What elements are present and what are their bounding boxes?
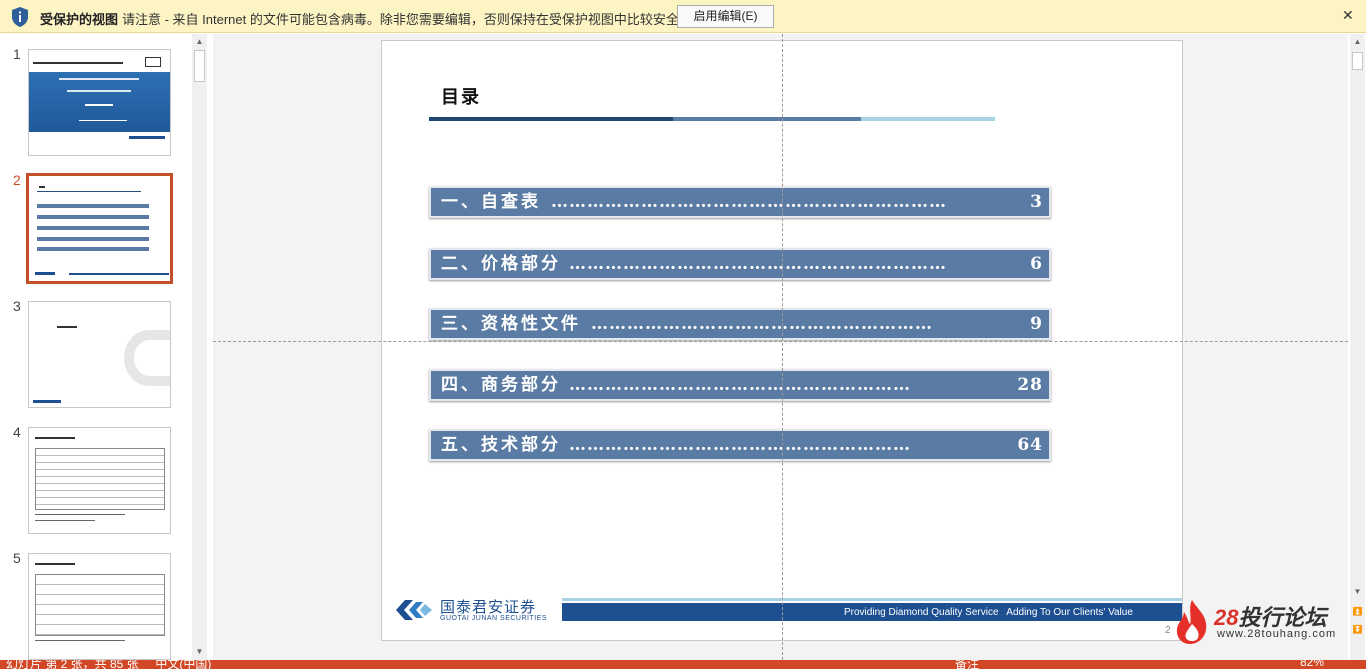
toc-leader: ………………………………………………… xyxy=(569,375,911,395)
protected-view-bar: 受保护的视图 请注意 - 来自 Internet 的文件可能包含病毒。除非您需要… xyxy=(0,0,1366,33)
close-icon[interactable]: ✕ xyxy=(1342,7,1354,24)
thumbnail-scrollbar[interactable]: ▲ ▼ xyxy=(192,34,207,660)
status-slide-info: 幻灯片 第 2 张，共 85 张 中文(中国) xyxy=(6,660,212,669)
shield-info-icon xyxy=(12,7,28,27)
company-logo-icon xyxy=(396,600,432,620)
previous-slide-icon[interactable]: ⏫ xyxy=(1350,604,1365,619)
notes-button[interactable]: 备注 xyxy=(955,660,979,669)
scrollbar-thumb[interactable] xyxy=(194,50,205,82)
slide-thumbnail-4[interactable] xyxy=(28,427,171,534)
toc-item: 四、商务部分 ………………………………………………… 28 xyxy=(429,369,1051,401)
toc-item: 二、价格部分 ……………………………………………………… 6 xyxy=(429,248,1051,280)
toc-page: 6 xyxy=(1030,254,1043,274)
toc-page: 9 xyxy=(1030,314,1043,334)
toc-label: 三、资格性文件 xyxy=(441,314,581,334)
enable-editing-button[interactable]: 启用编辑(E) xyxy=(677,5,774,28)
toc-label: 二、价格部分 xyxy=(441,254,561,274)
next-slide-icon[interactable]: ⏬ xyxy=(1350,622,1365,637)
toc-item: 五、技术部分 ………………………………………………… 64 xyxy=(429,429,1051,461)
zoom-level[interactable]: 82% xyxy=(1300,660,1324,669)
toc-label: 五、技术部分 xyxy=(441,435,561,455)
thumbnail-number: 1 xyxy=(13,46,21,62)
flame-icon xyxy=(1176,600,1207,644)
protected-view-message: 请注意 - 来自 Internet 的文件可能包含病毒。除非您需要编辑，否则保持… xyxy=(122,12,692,27)
scroll-up-arrow-icon[interactable]: ▲ xyxy=(1350,34,1365,49)
thumbnail-number: 5 xyxy=(13,550,21,566)
slide-thumbnail-1[interactable] xyxy=(28,49,171,156)
slide-thumbnail-5[interactable] xyxy=(28,553,171,660)
toc-leader: ………………………………………………… xyxy=(569,435,911,455)
forum-watermark: 28投行论坛 www.28touhang.com xyxy=(1170,594,1350,650)
toc-page: 64 xyxy=(1017,435,1043,455)
scroll-up-arrow-icon[interactable]: ▲ xyxy=(192,34,207,49)
toc-leader: ………………………………………………… xyxy=(591,314,933,334)
scroll-down-arrow-icon[interactable]: ▼ xyxy=(192,644,207,659)
toc-leader: ……………………………………………………… xyxy=(569,254,947,274)
title-rule xyxy=(429,117,673,121)
horizontal-guide[interactable] xyxy=(213,341,1348,342)
slide-thumbnail-2[interactable] xyxy=(26,173,173,284)
toc-label: 四、商务部分 xyxy=(441,375,561,395)
scrollbar-thumb[interactable] xyxy=(1352,52,1363,70)
title-rule xyxy=(861,117,995,121)
title-rule xyxy=(673,117,861,121)
scroll-down-arrow-icon[interactable]: ▼ xyxy=(1350,584,1365,599)
protected-view-title: 受保护的视图 xyxy=(40,12,119,27)
slide-scrollbar[interactable]: ▲ ▼ ⏫ ⏬ xyxy=(1350,34,1365,660)
toc-item: 三、资格性文件 ………………………………………………… 9 xyxy=(429,308,1051,340)
toc-label: 一、自查表 xyxy=(441,192,541,212)
slide-title: 目录 xyxy=(441,87,481,108)
thumbnail-number: 4 xyxy=(13,424,21,440)
company-logo-english: GUOTAI JUNAN SECURITIES xyxy=(440,615,548,622)
thumbnail-number: 2 xyxy=(13,172,21,188)
thumbnail-number: 3 xyxy=(13,298,21,314)
company-logo-text: 国泰君安证券 xyxy=(440,599,537,616)
vertical-guide[interactable] xyxy=(782,34,783,660)
footer-slogan: Providing Diamond Quality Service Adding… xyxy=(844,607,1133,618)
footer-rule xyxy=(562,598,1182,601)
slide-thumbnail-3[interactable] xyxy=(28,301,171,408)
status-bar: 幻灯片 第 2 张，共 85 张 中文(中国) 备注 82% xyxy=(0,660,1366,669)
thumbnail-pane: 1 2 3 4 5 xyxy=(0,34,208,660)
toc-item: 一、自查表 ………………………………………………………… 3 xyxy=(429,186,1051,218)
toc-page: 28 xyxy=(1017,375,1043,395)
toc-page: 3 xyxy=(1030,192,1043,212)
forum-url: www.28touhang.com xyxy=(1217,628,1337,640)
toc-leader: ………………………………………………………… xyxy=(551,192,947,212)
